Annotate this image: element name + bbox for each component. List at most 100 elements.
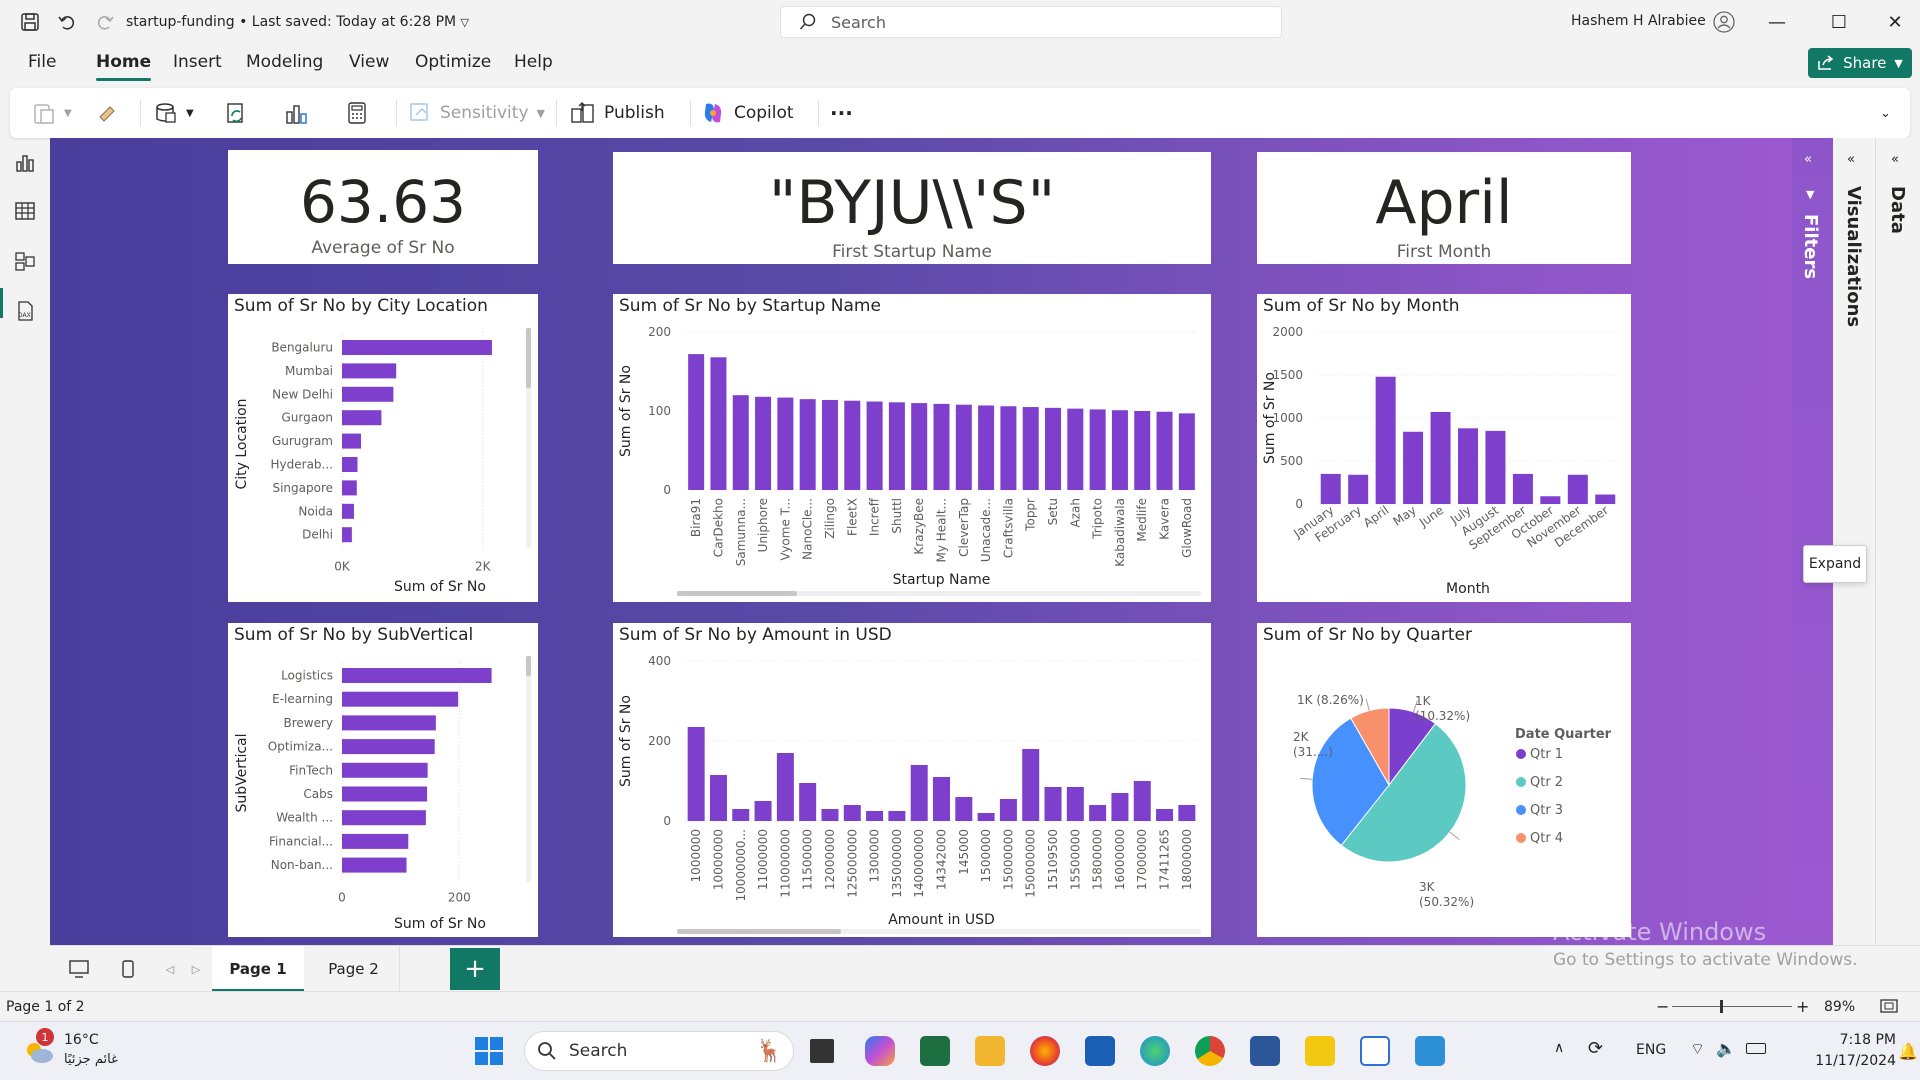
save-icon[interactable] [18,10,42,34]
chart-month[interactable]: Sum of Sr No by Month 0 500 1000 1500 2000 Ja… [1257,294,1631,602]
get-data-button[interactable]: ▼ [154,97,194,129]
more-options-button[interactable]: ··· [830,97,853,129]
new-visual-button[interactable] [284,97,310,129]
weather-temperature[interactable]: 16°C [64,1032,99,1048]
visualizations-pane-collapsed[interactable]: « Visualizations [1833,138,1876,945]
excel-icon[interactable] [920,1036,950,1066]
menu-view[interactable]: View [349,52,389,72]
battery-icon[interactable] [1746,1043,1766,1054]
x-tick-label: Increff [868,497,882,536]
y-tick-label: Noida [298,504,333,518]
menu-insert[interactable]: Insert [173,52,222,72]
tab-page-2[interactable]: Page 2 [308,946,400,992]
undo-icon[interactable] [55,10,79,34]
close-icon[interactable]: ✕ [1880,10,1910,34]
clock-time[interactable]: 7:18 PM [1810,1032,1896,1048]
chrome-icon[interactable] [1195,1036,1225,1066]
chart-city-location[interactable]: Sum of Sr No by City Location 0K 2K Bengal… [228,294,538,602]
zoom-slider[interactable] [1672,1006,1792,1007]
zoom-level[interactable]: 89% [1824,999,1855,1015]
data-pane-collapsed[interactable]: « Data [1877,138,1920,945]
x-tick-label: 10000000... [734,829,748,902]
language-indicator[interactable]: ENG [1636,1042,1666,1058]
document-title[interactable]: startup-funding • Last saved: Today at 6… [126,14,469,30]
firefox-icon[interactable] [1030,1036,1060,1066]
start-icon[interactable] [474,1036,504,1070]
zoom-slider-thumb[interactable] [1720,1000,1723,1013]
share-button[interactable]: Share ▼ [1808,48,1912,78]
bar [999,799,1017,821]
redo-icon[interactable] [93,10,117,34]
copilot-button[interactable]: Copilot [700,97,794,129]
zoom-in-icon[interactable]: + [1796,997,1809,1016]
expand-data-icon[interactable]: « [1891,152,1899,167]
menu-file[interactable]: File [28,52,56,72]
edge-icon[interactable] [1140,1036,1170,1066]
model-view-icon[interactable] [12,248,38,274]
chart-startup-name[interactable]: Sum of Sr No by Startup Name 0 100 200 Bira… [613,294,1211,602]
table-view-icon[interactable] [12,198,38,224]
clock-date[interactable]: 11/17/2024 [1800,1053,1896,1069]
bar [888,811,906,821]
mobile-layout-icon[interactable] [110,946,146,992]
snipping-tool-icon[interactable] [1360,1036,1390,1066]
store-icon[interactable] [1085,1036,1115,1066]
menu-help[interactable]: Help [514,52,553,72]
bar [1178,805,1196,821]
expand-visualizations-icon[interactable]: « [1847,152,1855,167]
kpi-card-first-month[interactable]: April First Month [1257,152,1631,264]
dax-query-view-icon[interactable]: DAX [12,298,38,324]
maximize-icon[interactable]: ☐ [1824,10,1854,34]
x-tick-label: 125000000 [845,829,859,898]
bar [1133,781,1151,821]
chart-quarter[interactable]: Sum of Sr No by Quarter 1K (10.32%) 3K (50.… [1257,623,1631,937]
filters-pane-collapsed[interactable]: « ▼ Filters [1792,138,1833,945]
minimize-icon[interactable]: — [1762,10,1792,34]
sensitivity-button[interactable]: Sensitivity ▼ [408,97,545,129]
taskbar-search[interactable]: Search 🦌 [524,1031,794,1071]
chart-amount-usd[interactable]: Sum of Sr No by Amount in USD 0 200 400 100… [613,623,1211,937]
report-view-icon[interactable] [12,150,38,176]
kpi-card-average-sr-no[interactable]: 63.63 Average of Sr No [228,150,538,264]
publish-button[interactable]: Publish [570,97,665,129]
collapse-ribbon-icon[interactable]: ⌄ [1880,97,1891,129]
photos-icon[interactable] [1415,1036,1445,1066]
tab-page-1[interactable]: Page 1 [212,946,304,992]
calculator-button[interactable] [346,97,368,129]
svg-text:DAX: DAX [18,312,31,319]
previous-page-icon[interactable]: ◁ [160,946,180,992]
word-icon[interactable] [1250,1036,1280,1066]
notifications-bell-icon[interactable]: 🔔 [1898,1042,1918,1061]
chart-subvertical[interactable]: Sum of Sr No by SubVertical 0 200 Logistic… [228,623,538,937]
fit-to-page-icon[interactable] [1880,998,1898,1018]
x-tick-label: 0K [334,560,351,574]
paste-button[interactable]: ▼ [32,97,72,129]
user-avatar-icon[interactable] [1712,10,1736,34]
volume-icon[interactable]: 🔈 [1716,1039,1736,1058]
menu-optimize[interactable]: Optimize [415,52,491,72]
weather-description[interactable]: غائم جزئيًا [64,1052,118,1067]
search-input[interactable]: Search [780,6,1282,38]
power-bi-icon[interactable] [1305,1036,1335,1066]
share-label: Share [1843,54,1887,72]
zoom-out-icon[interactable]: − [1656,997,1669,1016]
copilot-taskbar-icon[interactable] [865,1036,895,1066]
menu-home[interactable]: Home [96,52,152,81]
desktop-layout-icon[interactable] [58,946,100,992]
refresh-button[interactable] [224,97,248,129]
wifi-icon[interactable]: ⌔ [1690,1039,1705,1059]
file-explorer-icon[interactable] [975,1036,1005,1066]
expand-filters-icon[interactable]: « [1804,152,1812,167]
user-name[interactable]: Hashem H Alrabiee [1571,13,1706,29]
filter-icon: ▼ [1806,188,1815,201]
chevron-down-icon[interactable]: ▽ [461,16,469,29]
add-page-button[interactable]: + [450,948,500,990]
bar [1066,787,1084,821]
menu-modeling[interactable]: Modeling [246,52,323,72]
format-painter-button[interactable] [96,97,120,129]
sync-icon[interactable]: ⟳ [1588,1038,1603,1059]
task-view-icon[interactable] [810,1039,834,1063]
kpi-card-first-startup-name[interactable]: "BYJU\\'S" First Startup Name [613,152,1211,264]
chevron-up-icon[interactable]: ∧ [1554,1040,1564,1056]
next-page-icon[interactable]: ▷ [186,946,206,992]
